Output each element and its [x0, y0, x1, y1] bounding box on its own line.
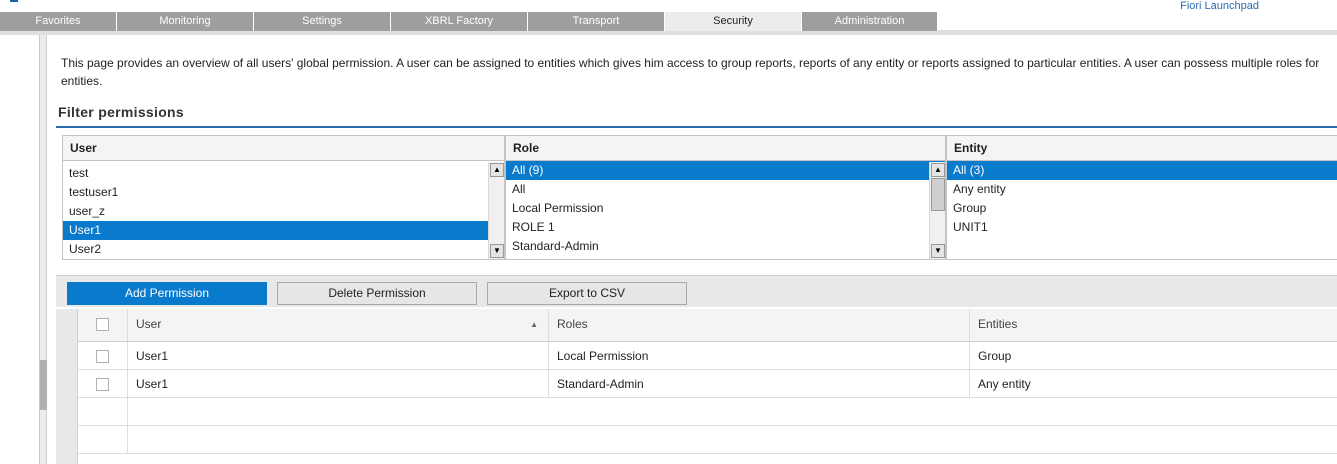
- row-checkbox[interactable]: [96, 378, 109, 391]
- user-option[interactable]: User2: [63, 240, 504, 259]
- filter-section-divider: [56, 126, 1337, 128]
- role-list-scrollbar[interactable]: ▲ ▼: [929, 162, 945, 259]
- entity-option[interactable]: UNIT1: [947, 218, 1337, 237]
- entity-filter-header: Entity: [947, 136, 1337, 161]
- add-permission-button[interactable]: Add Permission: [67, 282, 267, 305]
- row-select-cell: [78, 398, 128, 425]
- delete-permission-button[interactable]: Delete Permission: [277, 282, 477, 305]
- tab-xbrl-factory[interactable]: XBRL Factory: [391, 12, 528, 31]
- column-header-roles[interactable]: Roles: [549, 309, 970, 341]
- tab-security[interactable]: Security: [665, 12, 802, 31]
- table-row[interactable]: User1 Local Permission Group: [78, 342, 1337, 370]
- fiori-launchpad-link[interactable]: Fiori Launchpad: [1180, 0, 1259, 12]
- filter-section-title: Filter permissions: [58, 104, 184, 120]
- cell-roles: Standard-Admin: [549, 370, 970, 397]
- cell-user: User1: [128, 342, 549, 369]
- left-scrollbar-thumb[interactable]: [40, 360, 47, 410]
- tab-favorites[interactable]: Favorites: [0, 12, 117, 31]
- role-option[interactable]: All: [506, 180, 945, 199]
- tab-settings[interactable]: Settings: [254, 12, 391, 31]
- cell-entities: Group: [978, 349, 1012, 363]
- cell-user: User1: [128, 370, 549, 397]
- table-header-row: User ▲ Roles Entities: [78, 309, 1337, 342]
- entity-option-selected[interactable]: All (3): [947, 161, 1337, 180]
- role-list-scrollbar-thumb[interactable]: [931, 178, 945, 211]
- role-option[interactable]: Local Permission: [506, 199, 945, 218]
- empty-table-row: [78, 426, 1337, 454]
- user-option[interactable]: user_z: [63, 202, 504, 221]
- row-header-column: [56, 309, 78, 464]
- user-list-scrollbar[interactable]: ▲ ▼: [488, 162, 504, 259]
- tab-administration[interactable]: Administration: [802, 12, 938, 31]
- menu-indicator[interactable]: [10, 0, 18, 2]
- row-select-cell: [78, 342, 128, 369]
- empty-table-row: [78, 398, 1337, 426]
- scroll-down-icon[interactable]: ▼: [931, 244, 945, 258]
- column-header-user[interactable]: User ▲: [128, 309, 549, 341]
- select-all-cell: [78, 309, 128, 341]
- tab-transport[interactable]: Transport: [528, 12, 665, 31]
- column-header-user-label: User: [136, 317, 162, 331]
- row-select-cell: [78, 426, 128, 453]
- permission-toolbar: Add Permission Delete Permission Export …: [56, 275, 1337, 307]
- user-option-selected[interactable]: User1: [63, 221, 504, 240]
- cell-roles: Local Permission: [549, 342, 970, 369]
- row-checkbox[interactable]: [96, 350, 109, 363]
- table-row[interactable]: User1 Standard-Admin Any entity: [78, 370, 1337, 398]
- tab-bar-filler: [938, 12, 1337, 31]
- entity-filter-list[interactable]: Entity All (3) Any entity Group UNIT1: [946, 135, 1337, 260]
- scroll-up-icon[interactable]: ▲: [490, 163, 504, 177]
- role-option[interactable]: Standard-Admin: [506, 237, 945, 256]
- export-csv-button[interactable]: Export to CSV: [487, 282, 687, 305]
- tab-monitoring[interactable]: Monitoring: [117, 12, 254, 31]
- user-option[interactable]: testuser1: [63, 183, 504, 202]
- column-header-entities[interactable]: Entities: [970, 309, 1337, 341]
- role-filter-list[interactable]: Role All (9) All Local Permission ROLE 1…: [505, 135, 946, 260]
- entity-option[interactable]: Group: [947, 199, 1337, 218]
- role-option-selected[interactable]: All (9): [506, 161, 945, 180]
- sort-ascending-icon[interactable]: ▲: [530, 309, 538, 340]
- permissions-table: User ▲ Roles Entities User1 Local Permis…: [56, 309, 1337, 464]
- entity-option[interactable]: Any entity: [947, 180, 1337, 199]
- user-option[interactable]: test: [63, 164, 504, 183]
- scroll-up-icon[interactable]: ▲: [931, 163, 945, 177]
- user-filter-header: User: [63, 136, 504, 161]
- row-select-cell: [78, 370, 128, 397]
- cell-entities: Any entity: [978, 377, 1031, 391]
- main-tabs: Favorites Monitoring Settings XBRL Facto…: [0, 12, 938, 31]
- role-option[interactable]: ROLE 1: [506, 218, 945, 237]
- user-filter-list[interactable]: User test testuser1 user_z User1 User2 ▲…: [62, 135, 505, 260]
- scroll-down-icon[interactable]: ▼: [490, 244, 504, 258]
- page-description: This page provides an overview of all us…: [61, 56, 1320, 88]
- select-all-checkbox[interactable]: [96, 318, 109, 331]
- main-content: This page provides an overview of all us…: [48, 35, 1337, 464]
- left-pane: [0, 35, 40, 464]
- role-filter-header: Role: [506, 136, 945, 161]
